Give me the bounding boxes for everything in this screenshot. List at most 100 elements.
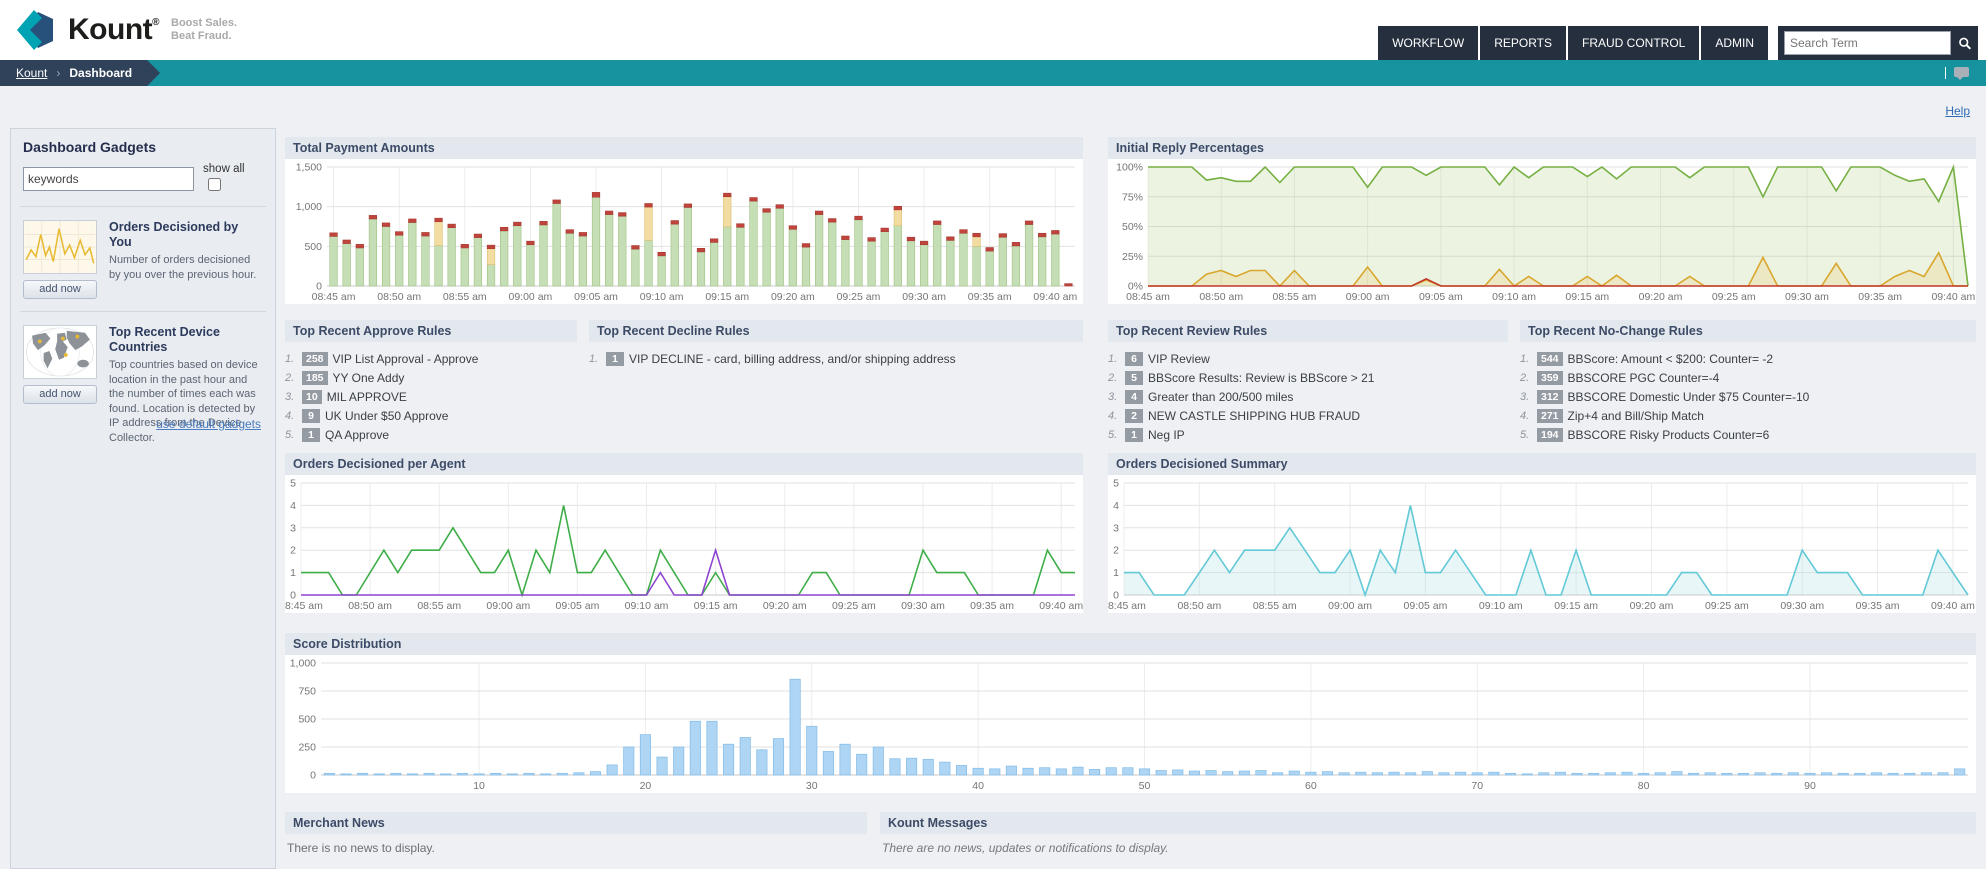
panel-title: Score Distribution <box>285 633 1976 655</box>
svg-text:09:15 am: 09:15 am <box>705 291 749 303</box>
show-all-label: show all <box>203 163 263 194</box>
svg-text:09:40 am: 09:40 am <box>1931 600 1975 612</box>
breadcrumb: Kount › Dashboard <box>0 60 160 86</box>
panel-title: Top Recent Approve Rules <box>285 320 577 342</box>
nav-admin[interactable]: ADMIN <box>1701 26 1768 60</box>
svg-text:09:40 am: 09:40 am <box>1033 291 1077 303</box>
svg-text:1: 1 <box>1113 567 1119 579</box>
svg-text:25%: 25% <box>1122 251 1143 263</box>
svg-text:40: 40 <box>972 780 984 792</box>
svg-text:09:05 am: 09:05 am <box>556 600 600 612</box>
svg-text:09:35 am: 09:35 am <box>1856 600 1900 612</box>
search-input[interactable] <box>1784 31 1951 55</box>
rule-count-badge: 258 <box>302 351 328 366</box>
gadget-title: Orders Decisioned by You <box>109 220 239 249</box>
svg-text:09:35 am: 09:35 am <box>1858 291 1902 303</box>
world-map-thumbnail <box>23 325 97 379</box>
panel-title: Orders Decisioned per Agent <box>285 453 1083 475</box>
rule-count-badge: 2 <box>1125 408 1143 423</box>
logo-wordmark: Kount® <box>68 13 160 46</box>
panel-kount-messages: Kount Messages There are no news, update… <box>880 812 1976 862</box>
use-default-gadgets-link[interactable]: use default gadgets <box>156 417 261 431</box>
rule-label: UK Under $50 Approve <box>325 408 449 423</box>
sidebar-title: Dashboard Gadgets <box>23 139 157 155</box>
rule-rank: 2. <box>285 371 295 384</box>
rule-label: BBScore Results: Review is BBScore > 21 <box>1148 370 1375 385</box>
rule-label: BBScore: Amount < $200: Counter= -2 <box>1567 351 1773 366</box>
svg-text:09:10 am: 09:10 am <box>625 600 669 612</box>
search-icon[interactable] <box>1958 35 1972 52</box>
svg-text:09:15 am: 09:15 am <box>1554 600 1598 612</box>
rule-item: 3. 4 Greater than 200/500 miles <box>1108 387 1508 406</box>
svg-text:90: 90 <box>1804 780 1816 792</box>
svg-text:1,000: 1,000 <box>296 201 322 213</box>
svg-text:09:00 am: 09:00 am <box>509 291 553 303</box>
svg-text:100%: 100% <box>1116 162 1143 174</box>
registered-mark: ® <box>152 17 160 28</box>
svg-text:09:20 am: 09:20 am <box>1630 600 1674 612</box>
rule-item: 4. 271 Zip+4 and Bill/Ship Match <box>1520 406 1976 425</box>
rule-count-badge: 1 <box>302 427 320 442</box>
svg-text:09:10 am: 09:10 am <box>640 291 684 303</box>
rule-label: Neg IP <box>1148 427 1185 442</box>
rule-item: 2. 185 YY One Addy <box>285 368 577 387</box>
svg-text:2: 2 <box>1113 545 1119 557</box>
breadcrumb-bar: Kount › Dashboard <box>0 60 1986 86</box>
rule-label: QA Approve <box>325 427 390 442</box>
score-distribution-chart: 10 20 30 40 50 60 70 80 90 0 250 500 750 1,000 <box>285 655 1976 793</box>
svg-text:50: 50 <box>1139 780 1151 792</box>
rule-rank: 2. <box>1108 371 1118 384</box>
svg-text:1,000: 1,000 <box>290 658 316 670</box>
breadcrumb-separator-icon: › <box>56 66 61 80</box>
panel-initial-reply-percentages: Initial Reply Percentages ●●● 08:45 am08… <box>1108 137 1976 304</box>
decline-rules-list: 1. 1 VIP DECLINE - card, billing address, … <box>589 342 1083 368</box>
svg-text:09:05 am: 09:05 am <box>1404 600 1448 612</box>
svg-text:09:00 am: 09:00 am <box>1328 600 1372 612</box>
svg-text:0: 0 <box>310 770 316 782</box>
add-now-button[interactable]: add now <box>23 280 97 299</box>
svg-text:1: 1 <box>290 567 296 579</box>
rule-count-badge: 4 <box>1125 389 1143 404</box>
rule-rank: 2. <box>1520 371 1530 384</box>
svg-text:09:30 am: 09:30 am <box>901 600 945 612</box>
panel-title: Top Recent Decline Rules <box>589 320 1083 342</box>
breadcrumb-kount-link[interactable]: Kount <box>16 66 47 80</box>
review-rules-list: 1. 6 VIP Review 2. 5 BBScore Results: Review … <box>1108 342 1508 444</box>
svg-text:09:25 am: 09:25 am <box>832 600 876 612</box>
rule-label: VIP Review <box>1148 351 1210 366</box>
rule-label: NEW CASTLE SHIPPING HUB FRAUD <box>1148 408 1361 423</box>
svg-text:2: 2 <box>290 545 296 557</box>
svg-text:09:30 am: 09:30 am <box>902 291 946 303</box>
kount-logo-icon <box>17 10 53 50</box>
nav-reports[interactable]: REPORTS <box>1480 26 1566 60</box>
svg-text:09:15 am: 09:15 am <box>1565 291 1609 303</box>
gadget-orders-decisioned: add now Orders Decisioned by You Number … <box>23 220 263 299</box>
svg-text:70: 70 <box>1471 780 1483 792</box>
nav-fraud-control[interactable]: FRAUD CONTROL <box>1567 26 1700 60</box>
divider <box>20 311 266 312</box>
svg-text:09:05 am: 09:05 am <box>574 291 618 303</box>
rule-count-badge: 1 <box>606 351 624 366</box>
svg-text:09:20 am: 09:20 am <box>763 600 807 612</box>
rule-item: 1. 258 VIP List Approval - Approve <box>285 349 577 368</box>
svg-text:08:55 am: 08:55 am <box>417 600 461 612</box>
add-now-button[interactable]: add now <box>23 385 97 404</box>
svg-text:60: 60 <box>1305 780 1317 792</box>
svg-text:08:55 am: 08:55 am <box>1273 291 1317 303</box>
show-all-checkbox[interactable] <box>208 178 222 191</box>
nav-workflow[interactable]: WORKFLOW <box>1378 26 1479 60</box>
help-link[interactable]: Help <box>1945 104 1970 118</box>
svg-text:3: 3 <box>290 522 296 534</box>
gadget-keywords-input[interactable] <box>23 166 195 191</box>
rule-rank: 1. <box>589 352 599 365</box>
toolbar-divider <box>1945 67 1946 79</box>
rule-label: BBSCORE Risky Products Counter=6 <box>1567 427 1770 442</box>
panel-title: Total Payment Amounts <box>285 137 1083 159</box>
rule-count-badge: 185 <box>302 370 328 385</box>
rule-item: 1. 544 BBScore: Amount < $200: Counter= -2 <box>1520 349 1976 368</box>
rule-count-badge: 6 <box>1125 351 1143 366</box>
svg-text:3: 3 <box>1113 522 1119 534</box>
dashboard-gadgets-sidebar: Dashboard Gadgets show all add now <box>10 128 276 869</box>
feedback-bubble-icon[interactable] <box>1954 67 1969 80</box>
svg-text:09:30 am: 09:30 am <box>1780 600 1824 612</box>
